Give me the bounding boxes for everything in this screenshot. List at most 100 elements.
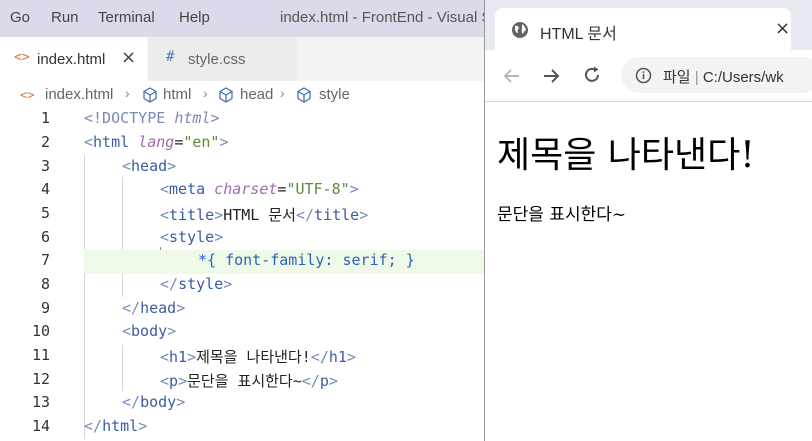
code-token: > (223, 275, 233, 293)
window-title: index.html - FrontEnd - Visual S (280, 9, 484, 26)
code-token: > (359, 206, 369, 224)
code-line: *{ font-family: serif; } (198, 251, 415, 269)
code-token: p (169, 372, 179, 390)
line-number: 5 (40, 204, 50, 222)
tab-index-html[interactable]: <> index.html × (0, 37, 147, 81)
code-token: > (346, 348, 356, 366)
code-token: style (169, 228, 215, 246)
code-token: head (140, 299, 177, 317)
code-token: > (219, 133, 229, 151)
code-token: </ (160, 275, 179, 293)
breadcrumb: <> index.html › html › head › style (0, 81, 484, 107)
browser-toolbar: 파일 | C:/Users/wk (485, 50, 812, 102)
line-number: 1 (40, 109, 50, 127)
code-token: > (210, 109, 220, 127)
code-token: <!DOCTYPE (84, 109, 175, 127)
code-token: 제목을 나타낸다! (196, 348, 311, 366)
line-number: 12 (31, 370, 50, 388)
code-token: > (328, 372, 338, 390)
code-token: head (131, 157, 168, 175)
code-line: <body> (122, 322, 176, 340)
breadcrumb-item[interactable]: head (240, 86, 273, 103)
address-text: 파일 | C:/Users/wk (663, 69, 784, 86)
html-file-icon: <> (14, 50, 30, 65)
code-line: <p>문단을 표시한다~</p> (160, 370, 338, 391)
close-icon[interactable]: × (121, 47, 136, 68)
line-number: 7 (40, 251, 50, 269)
code-token: < (122, 322, 132, 340)
tab-style-css[interactable]: # style.css (148, 37, 297, 81)
code-line: <meta charset="UTF-8"> (160, 180, 359, 198)
code-line: <head> (122, 157, 176, 175)
code-line: <!DOCTYPE html> (84, 109, 219, 127)
symbol-cube-icon (219, 87, 233, 103)
code-token: > (167, 157, 177, 175)
line-number: 2 (40, 133, 50, 151)
code-token: </ (301, 372, 320, 390)
code-editor: Go Run Terminal Help index.html - FrontE… (0, 0, 484, 441)
line-number: 6 (40, 228, 50, 246)
code-token: </ (122, 393, 141, 411)
arrow-right-icon[interactable] (541, 66, 561, 86)
breadcrumb-item[interactable]: index.html (45, 86, 113, 103)
code-line: <title>HTML 문서</title> (160, 204, 368, 225)
code-line: <style> (160, 228, 223, 246)
menu-terminal[interactable]: Terminal (98, 9, 155, 26)
code-token: meta (169, 180, 206, 198)
reload-icon[interactable] (582, 65, 602, 85)
menu-run[interactable]: Run (51, 9, 79, 26)
indent-guide (84, 155, 85, 439)
code-token: 문단을 표시한다~ (187, 372, 302, 390)
code-line: </html> (84, 417, 147, 435)
info-icon[interactable] (635, 67, 652, 84)
code-token: h1 (169, 348, 188, 366)
code-token: < (84, 133, 94, 151)
code-token: > (214, 228, 224, 246)
line-number: 4 (40, 180, 50, 198)
address-bar[interactable]: 파일 | C:/Users/wk (621, 57, 812, 93)
browser-window: HTML 문서 × 파일 | C:/Users/wk 제목을 나타낸다! 문단을… (484, 0, 812, 441)
code-token: html (93, 133, 130, 151)
line-number: 8 (40, 275, 50, 293)
code-token: "en" (183, 133, 220, 151)
breadcrumb-item[interactable]: html (163, 86, 191, 103)
code-token: </ (295, 206, 315, 224)
line-number: 9 (40, 299, 50, 317)
arrow-left-icon[interactable] (502, 66, 522, 86)
code-token: </ (122, 299, 141, 317)
code-token: style (178, 275, 224, 293)
code-token: html (102, 417, 139, 435)
code-token: > (176, 299, 186, 317)
chevron-right-icon: › (125, 85, 130, 101)
menu-go[interactable]: Go (10, 9, 30, 26)
code-token: < (160, 372, 170, 390)
code-token: </ (84, 417, 103, 435)
page-viewport: 제목을 나타낸다! 문단을 표시한다~ (485, 102, 812, 441)
code-token: > (178, 372, 188, 390)
code-token: > (349, 180, 359, 198)
code-token: < (160, 228, 170, 246)
symbol-cube-icon (297, 87, 311, 103)
code-token: body (140, 393, 177, 411)
chevron-right-icon: › (203, 85, 208, 101)
code-token: < (160, 180, 170, 198)
code-line: </style> (160, 275, 232, 293)
code-line: <h1>제목을 나타낸다!</h1> (160, 346, 356, 367)
breadcrumb-item[interactable]: style (319, 86, 350, 103)
editor-tab-bar: <> index.html × # style.css (0, 37, 484, 81)
code-token: charset (205, 180, 278, 198)
code-token: title (169, 206, 215, 224)
browser-tab[interactable]: HTML 문서 × (495, 8, 791, 50)
code-line: </body> (122, 393, 185, 411)
code-token: > (167, 322, 177, 340)
symbol-cube-icon (143, 87, 157, 103)
address-label: 파일 (663, 69, 691, 86)
line-number: 3 (40, 157, 50, 175)
menu-help[interactable]: Help (179, 9, 210, 26)
close-icon[interactable]: × (775, 18, 790, 39)
code-token: "UTF-8" (286, 180, 350, 198)
globe-icon (512, 22, 528, 38)
browser-tab-strip: HTML 문서 × (485, 0, 812, 50)
code-token: < (160, 206, 170, 224)
code-token: body (131, 322, 168, 340)
